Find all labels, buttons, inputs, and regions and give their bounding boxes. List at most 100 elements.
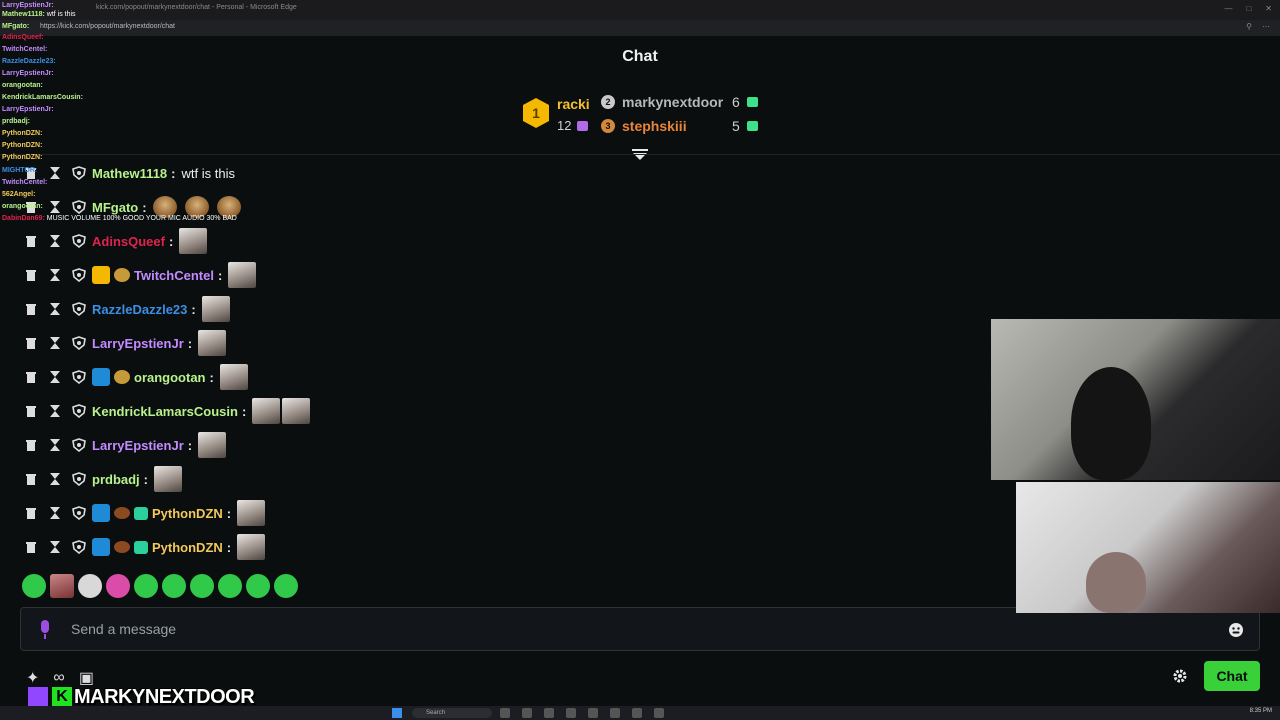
pinned-expand-icon[interactable] xyxy=(632,149,648,161)
windows-start-icon[interactable] xyxy=(392,708,402,718)
delete-icon[interactable] xyxy=(24,336,38,350)
emote-button[interactable] xyxy=(246,574,270,598)
minimize-icon[interactable]: — xyxy=(1224,4,1232,13)
ban-icon[interactable] xyxy=(72,200,86,214)
ban-icon[interactable] xyxy=(72,166,86,180)
chat-username[interactable]: PythonDZN xyxy=(152,506,223,521)
mod-actions xyxy=(24,370,92,384)
ban-icon[interactable] xyxy=(72,404,86,418)
timeout-icon[interactable] xyxy=(48,438,62,452)
taskbar-app-icon[interactable] xyxy=(610,708,620,718)
ban-icon[interactable] xyxy=(72,540,86,554)
chat-username[interactable]: orangootan xyxy=(134,370,206,385)
taskbar-clock[interactable]: 8:35 PM xyxy=(1250,708,1272,714)
taskbar-app-icon[interactable] xyxy=(500,708,510,718)
bean-badge-icon xyxy=(114,370,130,384)
ban-icon[interactable] xyxy=(72,438,86,452)
leaderboard-count-3: 5 xyxy=(732,118,740,134)
address-tools: ⚲ ⋯ xyxy=(1246,22,1270,31)
address-url[interactable]: https://kick.com/popout/markynextdoor/ch… xyxy=(40,23,175,30)
chat-username[interactable]: RazzleDazzle23 xyxy=(92,302,187,317)
timeout-icon[interactable] xyxy=(48,302,62,316)
ban-icon[interactable] xyxy=(72,370,86,384)
ban-icon[interactable] xyxy=(72,234,86,248)
maximize-icon[interactable]: □ xyxy=(1246,4,1251,13)
browser-titlebar: kick.com/popout/markynextdoor/chat - Per… xyxy=(0,0,1280,20)
chat-username[interactable]: PythonDZN xyxy=(152,540,223,555)
close-icon[interactable]: ✕ xyxy=(1265,4,1272,13)
ban-icon[interactable] xyxy=(72,268,86,282)
emote-button[interactable] xyxy=(78,574,102,598)
timeout-icon[interactable] xyxy=(48,234,62,248)
microphone-icon[interactable] xyxy=(39,620,51,640)
football-badge-icon xyxy=(114,507,130,519)
face-emote xyxy=(237,534,266,560)
ban-icon[interactable] xyxy=(72,336,86,350)
taskbar-app-icon[interactable] xyxy=(588,708,598,718)
timeout-icon[interactable] xyxy=(48,370,62,384)
taskbar-app-icon[interactable] xyxy=(566,708,576,718)
browser-menu-icon[interactable]: ⋯ xyxy=(1262,22,1270,31)
face-emote xyxy=(198,330,227,356)
webcam-feed-1 xyxy=(991,319,1280,480)
chat-username[interactable]: KendrickLamarsCousin xyxy=(92,404,238,419)
delete-icon[interactable] xyxy=(24,438,38,452)
leaderboard-name-3[interactable]: stephskiii xyxy=(622,118,687,134)
face-emote xyxy=(201,296,230,322)
delete-icon[interactable] xyxy=(24,234,38,248)
chat-username[interactable]: prdbadj xyxy=(92,472,140,487)
delete-icon[interactable] xyxy=(24,506,38,520)
emote-button[interactable] xyxy=(50,574,74,598)
emote-button[interactable] xyxy=(274,574,298,598)
gift-icon xyxy=(577,121,588,131)
chat-username[interactable]: AdinsQueef xyxy=(92,234,165,249)
send-chat-button[interactable]: Chat xyxy=(1204,661,1260,691)
delete-icon[interactable] xyxy=(24,302,38,316)
timeout-icon[interactable] xyxy=(48,472,62,486)
chat-username[interactable]: LarryEpstienJr xyxy=(92,336,184,351)
emote-button[interactable] xyxy=(106,574,130,598)
emote-button[interactable] xyxy=(190,574,214,598)
chat-username[interactable]: Mathew1118 xyxy=(92,166,167,181)
delete-icon[interactable] xyxy=(24,540,38,554)
timeout-icon[interactable] xyxy=(48,166,62,180)
overlay-line: MIGHTOR: xyxy=(2,167,38,174)
timeout-icon[interactable] xyxy=(48,200,62,214)
ban-icon[interactable] xyxy=(72,506,86,520)
taskbar-search[interactable]: Search xyxy=(412,708,492,718)
zoom-icon[interactable]: ⚲ xyxy=(1246,22,1252,31)
timeout-icon[interactable] xyxy=(48,404,62,418)
gear-icon[interactable] xyxy=(1172,668,1188,684)
mod-actions xyxy=(24,472,92,486)
leaderboard-name-1[interactable]: racki xyxy=(557,96,590,112)
chat-username[interactable]: TwitchCentel xyxy=(134,268,214,283)
taskbar-app-icon[interactable] xyxy=(522,708,532,718)
timeout-icon[interactable] xyxy=(48,540,62,554)
infinity-icon[interactable]: ∞ xyxy=(53,669,64,687)
emote-button[interactable] xyxy=(22,574,46,598)
taskbar-app-icon[interactable] xyxy=(544,708,554,718)
chat-username[interactable]: LarryEpstienJr xyxy=(92,438,184,453)
delete-icon[interactable] xyxy=(24,268,38,282)
delete-icon[interactable] xyxy=(24,472,38,486)
chat-rules-icon[interactable]: ✦ xyxy=(26,668,39,688)
address-bar[interactable]: https://kick.com/popout/markynextdoor/ch… xyxy=(0,20,1280,36)
leaderboard-name-2[interactable]: markynextdoor xyxy=(622,94,723,110)
ban-icon[interactable] xyxy=(72,472,86,486)
timeout-icon[interactable] xyxy=(48,268,62,282)
ban-icon[interactable] xyxy=(72,302,86,316)
delete-icon[interactable] xyxy=(24,404,38,418)
emote-button[interactable] xyxy=(218,574,242,598)
overlay-line: 562Angel: xyxy=(2,191,36,198)
emote-button[interactable] xyxy=(134,574,158,598)
timeout-icon[interactable] xyxy=(48,336,62,350)
message-input[interactable] xyxy=(71,616,1211,642)
emote-button[interactable] xyxy=(162,574,186,598)
mod-actions xyxy=(24,540,92,554)
taskbar-app-icon[interactable] xyxy=(632,708,642,718)
taskbar-app-icon[interactable] xyxy=(654,708,664,718)
delete-icon[interactable] xyxy=(24,370,38,384)
emoji-picker-icon[interactable] xyxy=(1229,623,1243,637)
timeout-icon[interactable] xyxy=(48,506,62,520)
gift-icon xyxy=(747,97,758,107)
